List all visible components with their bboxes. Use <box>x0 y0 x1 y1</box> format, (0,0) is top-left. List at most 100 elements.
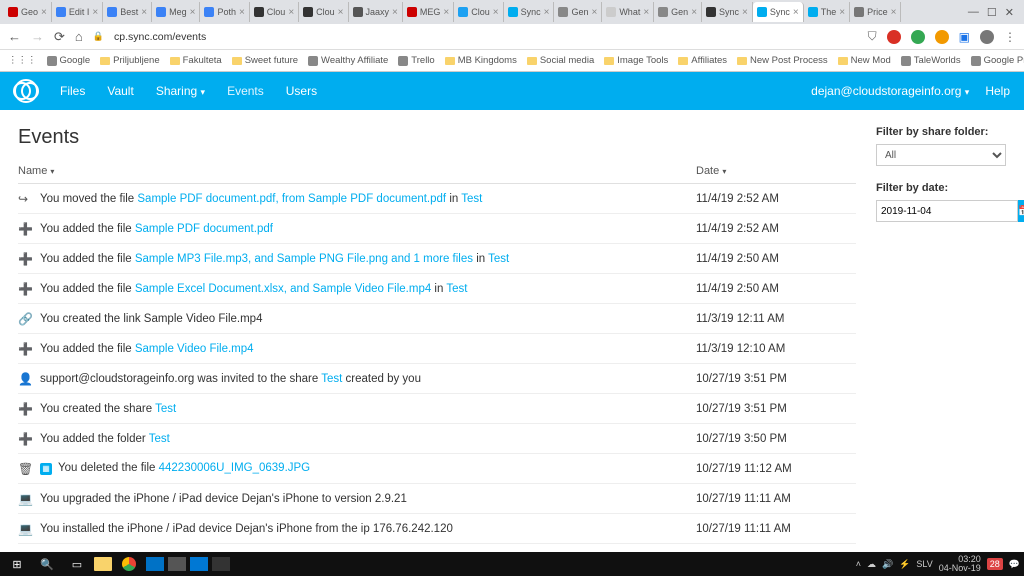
start-button[interactable]: ⊞ <box>4 554 30 574</box>
table-header: Name ▾ Date ▾ <box>18 165 856 184</box>
event-link[interactable]: Sample PDF document.pdf, from Sample PDF… <box>137 193 446 205</box>
minimize-button[interactable]: — <box>968 6 979 19</box>
task-view[interactable]: ▭ <box>64 554 90 574</box>
event-link[interactable]: Test <box>461 193 482 205</box>
tray-icon[interactable]: 🔊 <box>882 559 893 570</box>
browser-tab[interactable]: Gen× <box>654 2 702 22</box>
filter-date-input[interactable] <box>876 200 1018 222</box>
close-button[interactable]: ✕ <box>1005 6 1014 19</box>
app-icon[interactable] <box>168 557 186 571</box>
chrome-icon[interactable] <box>116 554 142 574</box>
event-link[interactable]: Test <box>149 433 170 445</box>
device-icon: 💻 <box>18 522 40 536</box>
add-icon: ➕ <box>18 432 40 446</box>
bookmark-item[interactable]: Sweet future <box>232 55 298 66</box>
app-icon[interactable] <box>212 557 230 571</box>
col-date[interactable]: Date ▾ <box>696 165 856 177</box>
forward-button[interactable]: → <box>31 29 44 44</box>
nav-vault[interactable]: Vault <box>107 84 133 98</box>
browser-tab[interactable]: Best× <box>103 2 152 22</box>
nav-users[interactable]: Users <box>286 84 317 98</box>
col-name[interactable]: Name ▾ <box>18 165 696 177</box>
tray-icon[interactable]: ⚡ <box>899 559 910 570</box>
search-button[interactable]: 🔍 <box>34 554 60 574</box>
browser-tab[interactable]: Edit I× <box>52 2 103 22</box>
bookmark-item[interactable]: Google <box>47 55 91 66</box>
browser-tab[interactable]: Meg× <box>152 2 200 22</box>
clock[interactable]: 03:20 04-Nov-19 <box>939 555 981 573</box>
event-link[interactable]: Test <box>446 283 467 295</box>
nav-sharing[interactable]: Sharing ▾ <box>156 84 205 98</box>
bookmark-item[interactable]: Fakulteta <box>170 55 222 66</box>
bookmark-item[interactable]: MB Kingdoms <box>445 55 517 66</box>
bookmark-item[interactable]: Image Tools <box>604 55 668 66</box>
tray-icon[interactable]: ☁ <box>867 559 876 570</box>
filter-folder-label: Filter by share folder: <box>876 126 1006 138</box>
browser-tab[interactable]: Geo× <box>4 2 52 22</box>
extension-icon[interactable] <box>887 30 901 44</box>
profile-icon[interactable] <box>980 30 994 44</box>
bookmark-item[interactable]: Affiliates <box>678 55 727 66</box>
calendar-button[interactable]: 📅 <box>1018 200 1024 222</box>
browser-tab[interactable]: Clou× <box>454 2 503 22</box>
event-link[interactable]: Sample MP3 File.mp3, and Sample PNG File… <box>135 253 473 265</box>
event-link[interactable]: 442230006U_IMG_0639.JPG <box>159 462 311 474</box>
bookmark-item[interactable]: Priljubljene <box>100 55 159 66</box>
bookmark-item[interactable]: Wealthy Affiliate <box>308 55 388 66</box>
bookmark-item[interactable]: TaleWorlds <box>901 55 961 66</box>
browser-tab[interactable]: Sync× <box>753 2 804 22</box>
bookmark-item[interactable]: New Post Process <box>737 55 828 66</box>
calendar-badge[interactable]: 28 <box>987 558 1003 570</box>
browser-tab[interactable]: Poth× <box>200 2 249 22</box>
menu-icon[interactable]: ⋮ <box>1004 30 1016 44</box>
reload-button[interactable]: ⟳ <box>54 29 65 45</box>
event-link[interactable]: Sample Video File.mp4 <box>135 343 254 355</box>
event-row: ➕You added the folder Test10/27/19 3:50 … <box>18 424 856 454</box>
tray-chevron[interactable]: ˄ <box>856 559 861 569</box>
url-text[interactable]: cp.sync.com/events <box>114 31 206 43</box>
event-link[interactable]: Test <box>155 403 176 415</box>
apps-icon[interactable]: ⋮⋮⋮ <box>8 55 37 66</box>
browser-tab[interactable]: Clou× <box>299 2 348 22</box>
browser-tab[interactable]: Price× <box>850 2 901 22</box>
bookmark-item[interactable]: Trello <box>398 55 434 66</box>
extension-icon[interactable]: ▣ <box>959 30 970 44</box>
user-menu[interactable]: dejan@cloudstorageinfo.org ▾ <box>811 84 969 98</box>
sync-logo[interactable] <box>14 79 38 103</box>
bookmark-item[interactable]: Social media <box>527 55 594 66</box>
help-link[interactable]: Help <box>985 84 1010 98</box>
bookmark-item[interactable]: Google Prevajalnik <box>971 55 1024 66</box>
extension-icon[interactable]: ⛉ <box>868 29 877 44</box>
notifications-icon[interactable]: 💬 <box>1009 559 1020 570</box>
browser-tab[interactable]: Jaaxy× <box>349 2 403 22</box>
event-date: 10/27/19 3:51 PM <box>696 373 856 385</box>
maximize-button[interactable]: ☐ <box>987 6 997 19</box>
event-link[interactable]: Sample PDF document.pdf <box>135 223 273 235</box>
app-icon[interactable] <box>190 557 208 571</box>
browser-tab[interactable]: Sync× <box>504 2 555 22</box>
event-date: 11/3/19 12:10 AM <box>696 343 856 355</box>
browser-tab[interactable]: MEG× <box>403 2 454 22</box>
event-row: ↪You moved the file Sample PDF document.… <box>18 184 856 214</box>
event-row: ➕You added the file Sample Video File.mp… <box>18 334 856 364</box>
browser-tab[interactable]: Clou× <box>250 2 299 22</box>
event-link[interactable]: Sample Excel Document.xlsx, and Sample V… <box>135 283 431 295</box>
extension-icon[interactable] <box>935 30 949 44</box>
browser-tab[interactable]: Gen× <box>554 2 602 22</box>
back-button[interactable]: ← <box>8 29 21 44</box>
extension-icon[interactable] <box>911 30 925 44</box>
explorer-icon[interactable] <box>94 557 112 571</box>
filter-folder-select[interactable]: All <box>876 144 1006 166</box>
outlook-icon[interactable] <box>146 557 164 571</box>
filter-date-label: Filter by date: <box>876 182 1006 194</box>
tray-lang[interactable]: SLV <box>916 559 932 569</box>
browser-tab[interactable]: What× <box>602 2 654 22</box>
nav-events[interactable]: Events <box>227 84 264 98</box>
browser-tab[interactable]: Sync× <box>702 2 753 22</box>
bookmark-item[interactable]: New Mod <box>838 55 891 66</box>
event-link[interactable]: Test <box>321 373 342 385</box>
home-button[interactable]: ⌂ <box>75 29 83 44</box>
event-link[interactable]: Test <box>488 253 509 265</box>
nav-files[interactable]: Files <box>60 84 85 98</box>
browser-tab[interactable]: The× <box>804 2 850 22</box>
